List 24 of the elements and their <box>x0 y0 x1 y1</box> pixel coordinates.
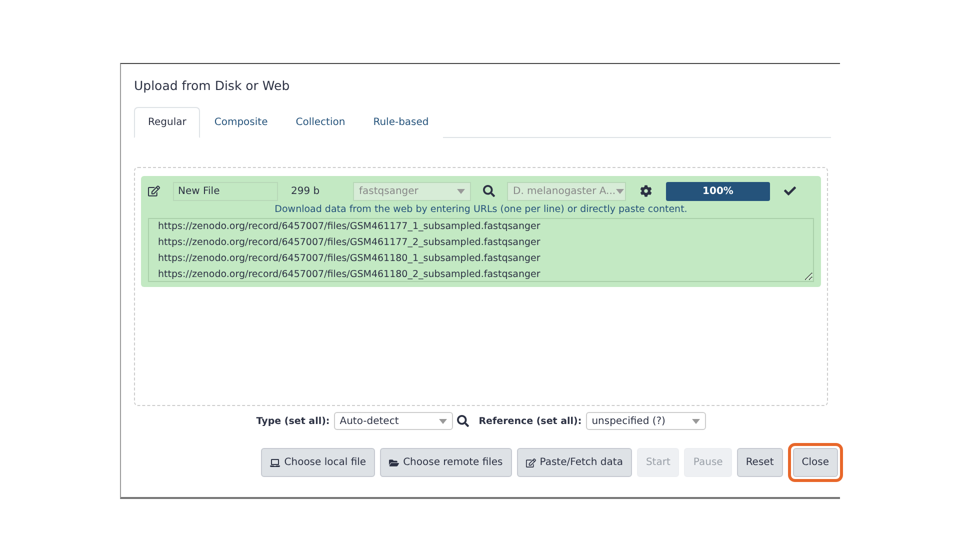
check-icon <box>784 185 796 197</box>
edit-icon[interactable] <box>148 185 160 197</box>
reference-label: Reference (set all): <box>478 416 582 426</box>
folder-icon <box>389 458 400 468</box>
reference-select[interactable]: unspecified (?) <box>586 412 706 430</box>
action-button[interactable]: Choose local file <box>261 448 376 477</box>
tab[interactable]: Regular <box>134 107 200 138</box>
progress-label: 100% <box>702 184 734 198</box>
search-icon[interactable] <box>456 415 469 427</box>
type-select[interactable]: Auto-detect <box>334 412 453 430</box>
file-size: 299 b <box>291 186 321 196</box>
window-title: Upload from Disk or Web <box>134 78 291 95</box>
type-label: Type (set all): <box>256 416 330 426</box>
action-button[interactable]: Paste/Fetch data <box>516 448 632 477</box>
name-field[interactable]: New File <box>173 182 278 200</box>
url-field[interactable]: https://zenodo.org/record/6457007/files/GSM461177_1_subsampled.fastqsanger https://zenodo.org/record/6457007/files/GSM461177_2_subsampled.fastqsanger https://zenodo.org/record/6457007/files/GSM461180_1_subsampled.fastqsanger https://zenodo.org/record/6457007/files/GSM461180_2_subsampled.fastqsanger <box>148 218 814 282</box>
action-button[interactable]: Close <box>792 448 838 477</box>
search-icon[interactable] <box>483 185 495 197</box>
action-button[interactable]: Reset <box>736 448 783 477</box>
action-button[interactable]: Choose remote files <box>380 448 512 477</box>
edit-icon <box>526 458 536 468</box>
laptop-icon <box>270 458 280 468</box>
settings-icon[interactable] <box>640 185 652 197</box>
hint-text: Download data from the web by entering URLs (one per line) or directly paste content. <box>274 204 688 215</box>
